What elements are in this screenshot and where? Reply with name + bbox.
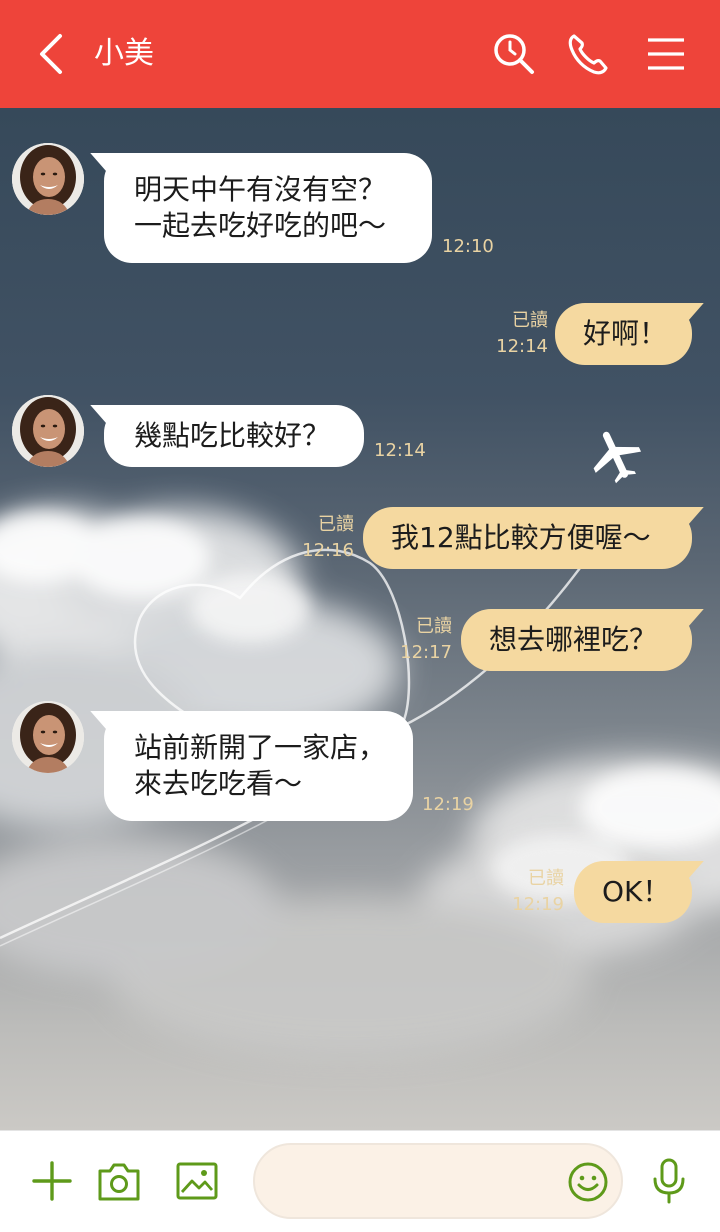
message-composer	[0, 1130, 720, 1232]
message-text: 好啊！	[583, 317, 668, 350]
contact-name[interactable]: 小美	[94, 32, 154, 76]
message-meta: 已讀 12:14	[496, 308, 548, 360]
phone-icon[interactable]	[564, 30, 612, 78]
message-text: 一起去吃好吃的吧～	[134, 209, 387, 242]
message-time: 12:19	[512, 894, 564, 915]
search-icon[interactable]	[490, 30, 538, 78]
read-receipt: 已讀	[416, 616, 452, 637]
message-bubble-outgoing[interactable]: OK！	[574, 861, 692, 923]
plus-icon[interactable]	[30, 1159, 74, 1203]
avatar[interactable]	[12, 395, 84, 467]
chat-header: 小美	[0, 0, 720, 108]
menu-icon[interactable]	[642, 30, 690, 78]
message-meta: 已讀 12:17	[400, 614, 452, 666]
message-bubble-incoming[interactable]: 幾點吃比較好？	[104, 405, 364, 467]
message-time: 12:14	[374, 440, 426, 461]
message-text: 站前新開了一家店，	[134, 731, 387, 764]
image-icon[interactable]	[174, 1159, 220, 1203]
message-text: OK！	[602, 875, 671, 908]
message-bubble-incoming[interactable]: 明天中午有沒有空？ 一起去吃好吃的吧～	[104, 153, 432, 263]
airplane-icon	[593, 431, 642, 484]
message-bubble-outgoing[interactable]: 好啊！	[555, 303, 692, 365]
message-time: 12:19	[422, 794, 474, 815]
message-text: 想去哪裡吃？	[489, 623, 658, 656]
message-time: 12:14	[496, 336, 548, 357]
microphone-icon[interactable]	[648, 1157, 690, 1205]
message-time: 12:10	[442, 236, 494, 257]
read-receipt: 已讀	[528, 868, 564, 889]
message-text: 來去吃吃看～	[134, 767, 303, 800]
message-text: 明天中午有沒有空？	[134, 173, 387, 206]
message-meta: 已讀 12:19	[512, 866, 564, 918]
chevron-left-icon[interactable]	[30, 30, 74, 78]
message-text: 我12點比較方便喔～	[391, 521, 651, 554]
message-time: 12:17	[400, 642, 452, 663]
message-bubble-incoming[interactable]: 站前新開了一家店， 來去吃吃看～	[104, 711, 413, 821]
smiley-icon[interactable]	[567, 1161, 609, 1203]
message-meta: 已讀 12:16	[302, 512, 354, 564]
chat-area[interactable]: 明天中午有沒有空？ 一起去吃好吃的吧～ 12:10 已讀 12:14 好啊！ 幾…	[0, 108, 720, 1130]
message-time: 12:16	[302, 540, 354, 561]
read-receipt: 已讀	[512, 310, 548, 331]
message-input-container[interactable]	[253, 1143, 623, 1219]
avatar[interactable]	[12, 143, 84, 215]
message-bubble-outgoing[interactable]: 想去哪裡吃？	[461, 609, 692, 671]
message-input[interactable]	[279, 1159, 553, 1205]
read-receipt: 已讀	[318, 514, 354, 535]
message-bubble-outgoing[interactable]: 我12點比較方便喔～	[363, 507, 692, 569]
camera-icon[interactable]	[96, 1159, 142, 1203]
avatar[interactable]	[12, 701, 84, 773]
message-text: 幾點吃比較好？	[134, 419, 331, 452]
